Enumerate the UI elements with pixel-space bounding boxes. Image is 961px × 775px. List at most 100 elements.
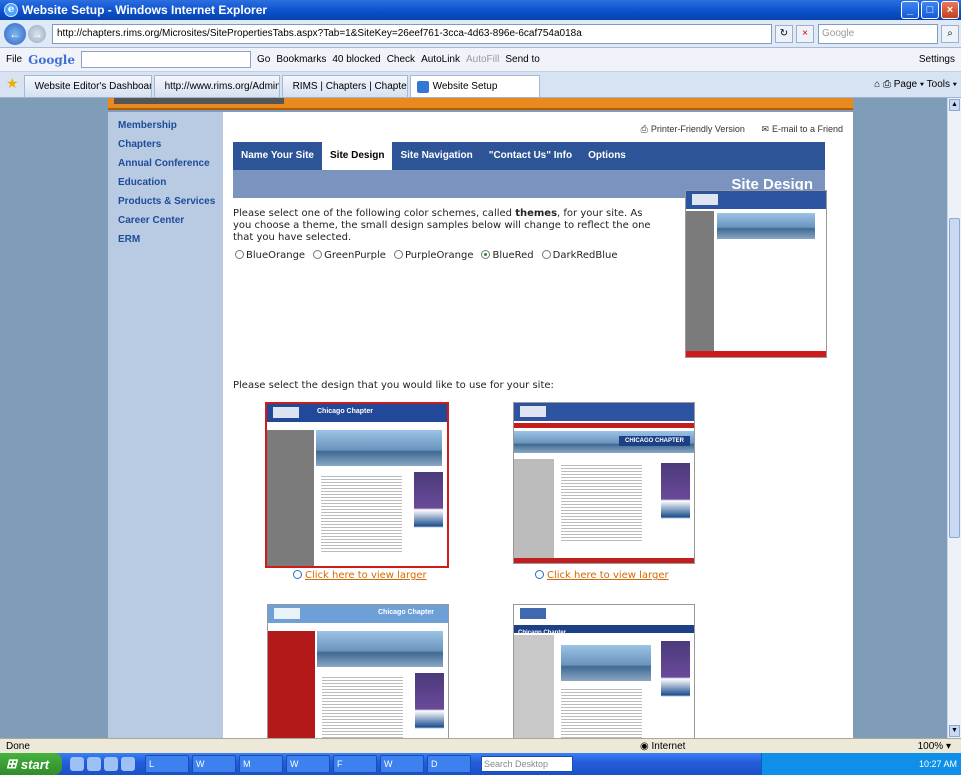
- printer-friendly-link[interactable]: Printer-Friendly Version: [651, 124, 745, 134]
- maximize-button[interactable]: □: [921, 1, 939, 19]
- toolbar-row: File Google Go Bookmarks 40 blocked Chec…: [0, 48, 961, 72]
- theme-option-darkredblue[interactable]: DarkRedBlue: [541, 250, 617, 261]
- sendto-button[interactable]: Send to: [505, 54, 539, 65]
- google-search-input[interactable]: [80, 51, 251, 68]
- main-content: ⎙ Printer-Friendly Version ✉ E-mail to a F…: [223, 112, 853, 738]
- search-input[interactable]: Google: [818, 23, 938, 44]
- tools-menu[interactable]: Tools: [927, 79, 950, 90]
- vertical-scrollbar[interactable]: ▲ ▼: [947, 98, 961, 738]
- go-button[interactable]: Go: [257, 54, 270, 65]
- tab-name-your-site[interactable]: Name Your Site: [233, 142, 322, 170]
- tab-options[interactable]: Options: [580, 142, 634, 170]
- check-button[interactable]: Check: [387, 54, 415, 65]
- stop-button[interactable]: ×: [796, 24, 814, 43]
- sidebar-item-erm[interactable]: ERM: [118, 234, 223, 253]
- zoom-icon: [293, 570, 302, 579]
- close-button[interactable]: ×: [941, 1, 959, 19]
- desktop-search-input[interactable]: Search Desktop: [481, 756, 573, 772]
- quicklaunch-icon[interactable]: [70, 757, 84, 771]
- settings-button[interactable]: Settings: [919, 54, 955, 65]
- design-title: Chicago Chapter: [378, 609, 435, 616]
- scroll-up-icon[interactable]: ▲: [949, 99, 960, 111]
- page-menu[interactable]: Page: [894, 79, 917, 90]
- autofill-button[interactable]: AutoFill: [466, 54, 499, 65]
- design-option-3[interactable]: Chicago Chapter: [267, 604, 449, 738]
- theme-option-purpleorange[interactable]: PurpleOrange: [393, 250, 473, 261]
- design-title: CHICAGO CHAPTER: [618, 436, 690, 446]
- tab-dashboard[interactable]: Website Editor's Dashboard: [23, 75, 152, 97]
- file-menu[interactable]: File: [6, 54, 22, 65]
- address-bar[interactable]: http://chapters.rims.org/Microsites/Site…: [52, 23, 772, 44]
- home-icon[interactable]: ⌂: [874, 79, 880, 90]
- design-option-2[interactable]: CHICAGO CHAPTER: [513, 402, 695, 564]
- globe-icon: ◉: [640, 740, 649, 752]
- theme-instructions: Please select one of the following color…: [233, 208, 651, 243]
- view-larger-link[interactable]: Click here to view larger: [293, 570, 427, 581]
- forward-button[interactable]: →: [28, 24, 46, 43]
- scroll-down-icon[interactable]: ▼: [949, 725, 960, 737]
- refresh-button[interactable]: ↻: [775, 24, 793, 43]
- bookmarks-button[interactable]: Bookmarks: [276, 54, 326, 65]
- sidebar-item-education[interactable]: Education: [118, 177, 223, 196]
- sidebar-item-products-services[interactable]: Products & Services: [118, 196, 223, 215]
- page-viewport: Membership Chapters Annual Conference Ed…: [0, 98, 961, 738]
- command-bar: ⌂ ⎙ Page ▾ Tools ▾: [874, 79, 957, 90]
- tab-contact-us-info[interactable]: "Contact Us" Info: [481, 142, 580, 170]
- clock: 10:27 AM: [918, 759, 957, 769]
- sidebar-item-chapters[interactable]: Chapters: [118, 139, 223, 158]
- status-bar: Done ◉ Internet 100% ▾: [0, 738, 961, 753]
- taskbar-item[interactable]: W: [192, 755, 236, 773]
- zoom-icon: [535, 570, 544, 579]
- tab-website-setup[interactable]: Website Setup: [409, 75, 540, 97]
- taskbar-item[interactable]: M: [239, 755, 283, 773]
- email-icon: ✉: [761, 124, 769, 134]
- theme-preview-image: [685, 190, 827, 358]
- back-button[interactable]: ←: [4, 22, 26, 45]
- tab-site-design[interactable]: Site Design: [322, 142, 393, 170]
- design-option-4[interactable]: Chicago Chapter: [513, 604, 695, 738]
- quicklaunch-icon[interactable]: [87, 757, 101, 771]
- favorites-star-icon[interactable]: ★: [6, 75, 19, 92]
- window-title: Website Setup - Windows Internet Explore…: [22, 3, 268, 17]
- tab-rims-chapters[interactable]: RIMS | Chapters | Chapter ...: [281, 75, 408, 97]
- security-zone: ◉ Internet: [640, 740, 686, 752]
- tab-admin[interactable]: http://www.rims.org/AdminT...: [153, 75, 280, 97]
- start-button[interactable]: ⊞ start: [0, 753, 62, 775]
- popup-blocked-button[interactable]: 40 blocked: [332, 54, 380, 65]
- zoom-level[interactable]: 100% ▾: [918, 741, 951, 752]
- view-larger-link[interactable]: Click here to view larger: [535, 570, 669, 581]
- design-option-1[interactable]: Chicago Chapter: [265, 402, 449, 568]
- taskbar-item[interactable]: F: [333, 755, 377, 773]
- theme-option-bluered[interactable]: BlueRed: [481, 250, 534, 261]
- theme-option-greenpurple[interactable]: GreenPurple: [313, 250, 386, 261]
- email-friend-link[interactable]: E-mail to a Friend: [772, 124, 843, 134]
- quicklaunch-icon[interactable]: [104, 757, 118, 771]
- quicklaunch-icon[interactable]: [121, 757, 135, 771]
- theme-option-blueorange[interactable]: BlueOrange: [235, 250, 305, 261]
- address-row: ← → http://chapters.rims.org/Microsites/…: [0, 20, 961, 48]
- top-links: ⎙ Printer-Friendly Version ✉ E-mail to a F…: [627, 124, 843, 135]
- google-logo: Google: [28, 52, 75, 67]
- theme-radio-group: BlueOrange GreenPurple PurpleOrange Blue…: [235, 250, 617, 261]
- taskbar-item[interactable]: W: [286, 755, 330, 773]
- sidebar: Membership Chapters Annual Conference Ed…: [108, 112, 223, 738]
- scrollbar-thumb[interactable]: [949, 218, 960, 538]
- design-instructions: Please select the design that you would …: [233, 380, 554, 391]
- title-bar: e Website Setup - Windows Internet Explo…: [0, 0, 961, 20]
- design-title: Chicago Chapter: [317, 408, 374, 415]
- sidebar-item-career-center[interactable]: Career Center: [118, 215, 223, 234]
- tab-site-navigation[interactable]: Site Navigation: [392, 142, 480, 170]
- print-icon[interactable]: ⎙: [883, 79, 891, 90]
- taskbar-item[interactable]: D: [427, 755, 471, 773]
- autolink-button[interactable]: AutoLink: [421, 54, 460, 65]
- taskbar-item[interactable]: W: [380, 755, 424, 773]
- site-header-bar: [108, 98, 853, 110]
- tabs-row: ★ Website Editor's Dashboard http://www.…: [0, 72, 961, 98]
- sidebar-item-membership[interactable]: Membership: [118, 120, 223, 139]
- internet-explorer-icon: e: [4, 3, 18, 17]
- windows-logo-icon: ⊞: [6, 756, 17, 771]
- sidebar-item-annual-conference[interactable]: Annual Conference: [118, 158, 223, 177]
- minimize-button[interactable]: _: [901, 1, 919, 19]
- taskbar-item[interactable]: L: [145, 755, 189, 773]
- search-icon[interactable]: ⌕: [941, 24, 959, 43]
